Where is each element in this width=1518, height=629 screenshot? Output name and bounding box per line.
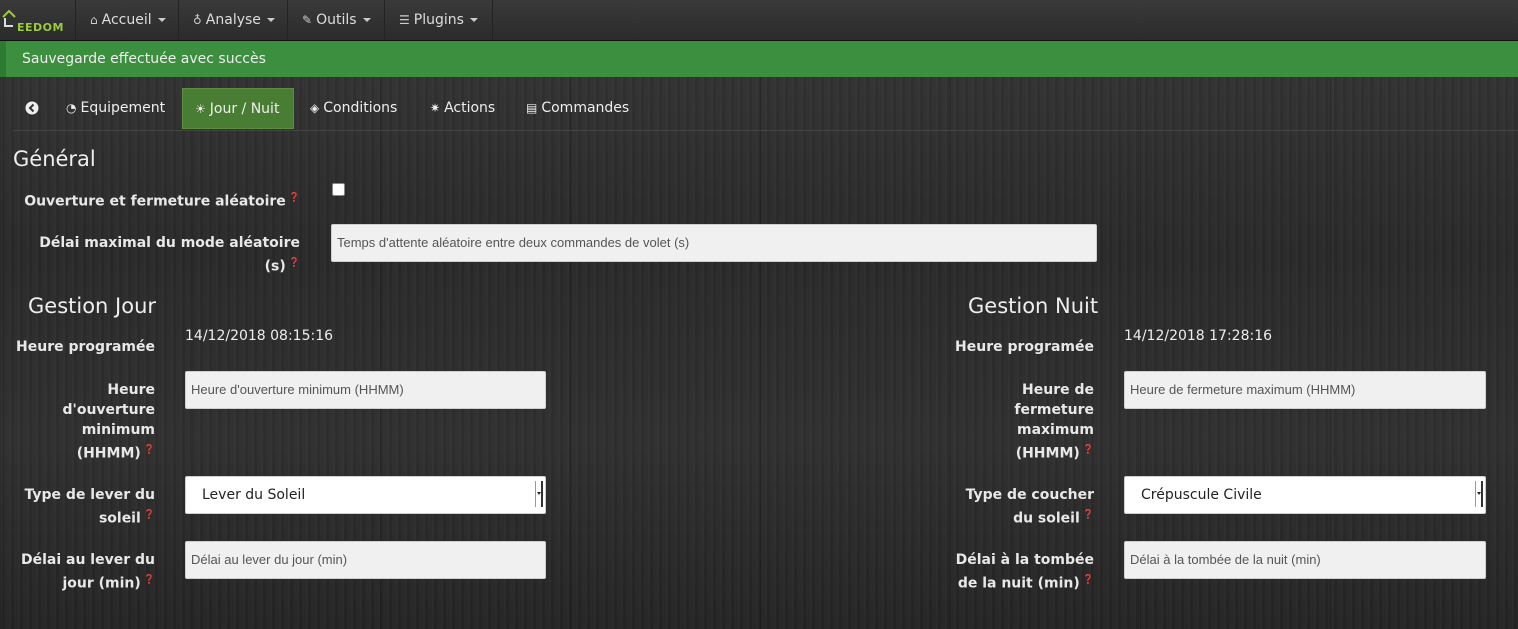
tab-actions-label: Actions [444, 100, 496, 116]
random-delay-label-text: Délai maximal du mode aléatoire (s) [39, 235, 300, 275]
tachometer-icon: ◔ [66, 101, 77, 115]
help-icon: ❓ [143, 510, 155, 520]
random-mode-label-text: Ouverture et fermeture aléatoire [24, 193, 286, 210]
alert-text: Sauvegarde effectuée avec succès [22, 51, 266, 67]
tab-jour-nuit[interactable]: ☀ Jour / Nuit [182, 88, 294, 129]
stethoscope-icon: ♁ [193, 13, 202, 27]
jour-min-open-label-line3: minimum [81, 422, 155, 438]
select-arrow-icon [1475, 481, 1483, 507]
brand-logo[interactable]: EEDOM [0, 0, 75, 40]
nav-plugins[interactable]: ☰ Plugins [384, 0, 493, 40]
jour-sunrise-type-value: Lever du Soleil [202, 487, 306, 503]
nuit-sunset-type-label-line2: du soleil [1013, 510, 1080, 527]
nav-outils[interactable]: ✎ Outils [287, 0, 384, 40]
tab-equipement-label: Equipement [80, 100, 166, 116]
nav-outils-label: Outils [316, 12, 357, 28]
nuit-sunset-type-value: Crépuscule Civile [1141, 487, 1262, 503]
cog-icon: ✷ [430, 101, 441, 115]
nuit-scheduled-label: Heure programée [955, 339, 1094, 355]
jour-delay-label: Délai au lever du jour (min) ❓ [15, 550, 155, 594]
tab-equipement[interactable]: ◔ Equipement [66, 88, 176, 129]
nav-plugins-label: Plugins [413, 12, 464, 28]
nav-accueil[interactable]: ⌂ Accueil [75, 0, 178, 40]
tab-bar: ◔ Equipement ☀ Jour / Nuit ◈ Conditions ✷ Ac… [13, 88, 1518, 131]
top-navbar: EEDOM ⌂ Accueil ♁ Analyse ✎ Outils ☰ Plugins [0, 0, 1518, 41]
nav-accueil-label: Accueil [101, 12, 152, 28]
chevron-down-icon [469, 18, 478, 22]
jeedom-house-icon [2, 9, 16, 27]
jour-title: Gestion Jour [28, 294, 157, 318]
tab-back[interactable] [25, 88, 45, 129]
jour-scheduled-label: Heure programée [16, 339, 155, 355]
nuit-max-close-label-line3: maximum [1016, 422, 1094, 438]
help-icon: ❓ [143, 575, 155, 585]
jour-delay-label-line2: jour (min) [62, 575, 141, 592]
nuit-sunset-type-label: Type de coucher du soleil ❓ [954, 485, 1094, 529]
tab-jour-nuit-label: Jour / Nuit [209, 101, 280, 117]
jour-sunrise-type-label-line1: Type de lever du [24, 487, 155, 503]
nuit-delay-placeholder: Délai à la tombée de la nuit (min) [1130, 552, 1321, 567]
random-delay-input[interactable]: Temps d'attente aléatoire entre deux com… [331, 224, 1097, 262]
jour-sunrise-type-label-line2: soleil [98, 510, 141, 527]
nuit-max-close-placeholder: Heure de fermeture maximum (HHMM) [1130, 382, 1356, 397]
nav-analyse-label: Analyse [205, 12, 261, 28]
tab-conditions[interactable]: ◈ Conditions [310, 88, 410, 129]
nuit-delay-input[interactable]: Délai à la tombée de la nuit (min) [1124, 541, 1486, 579]
jour-min-open-label-line2: d'ouverture [62, 402, 155, 418]
nuit-max-close-label-line2: fermeture [1014, 402, 1094, 418]
chevron-down-icon [266, 18, 275, 22]
jour-sunrise-type-label: Type de lever du soleil ❓ [15, 485, 155, 529]
jour-min-open-placeholder: Heure d'ouverture minimum (HHMM) [191, 382, 404, 397]
jour-min-open-label-line1: Heure [107, 382, 155, 398]
tab-commandes-label: Commandes [541, 100, 630, 116]
nuit-max-close-input[interactable]: Heure de fermeture maximum (HHMM) [1124, 371, 1486, 409]
chevron-down-icon [362, 18, 371, 22]
tab-commandes[interactable]: ▤ Commandes [526, 88, 636, 129]
cube-icon: ◈ [310, 101, 320, 115]
chevron-down-icon [157, 18, 166, 22]
wrench-icon: ✎ [302, 13, 313, 27]
help-icon: ❓ [1082, 575, 1094, 585]
random-delay-label: Délai maximal du mode aléatoire (s) ❓ [20, 233, 300, 277]
help-icon: ❓ [288, 258, 300, 268]
back-arrow-icon [25, 101, 39, 115]
help-icon: ❓ [143, 445, 155, 455]
tab-actions[interactable]: ✷ Actions [430, 88, 505, 129]
help-icon: ❓ [1082, 445, 1094, 455]
select-arrow-icon [535, 481, 543, 507]
jour-delay-input[interactable]: Délai au lever du jour (min) [185, 541, 546, 579]
nuit-sunset-type-select[interactable]: Crépuscule Civile [1124, 476, 1486, 514]
nav-analyse[interactable]: ♁ Analyse [178, 0, 287, 40]
jour-min-open-input[interactable]: Heure d'ouverture minimum (HHMM) [185, 371, 546, 409]
tasks-icon: ☰ [399, 13, 410, 27]
general-title: Général [13, 147, 96, 171]
jour-scheduled-value: 14/12/2018 08:15:16 [185, 328, 334, 344]
jour-delay-placeholder: Délai au lever du jour (min) [191, 552, 348, 567]
random-mode-label: Ouverture et fermeture aléatoire ❓ [20, 188, 300, 212]
nuit-sunset-type-label-line1: Type de coucher [965, 487, 1094, 503]
jour-sunrise-type-select[interactable]: Lever du Soleil [185, 476, 546, 514]
random-mode-checkbox[interactable] [332, 183, 345, 196]
help-icon: ❓ [288, 193, 300, 203]
list-icon: ▤ [526, 101, 538, 115]
nuit-delay-label-line1: Délai à la tombée [955, 552, 1094, 568]
brand-text: EEDOM [17, 21, 64, 34]
random-delay-placeholder: Temps d'attente aléatoire entre deux com… [337, 235, 690, 250]
nuit-scheduled-value: 14/12/2018 17:28:16 [1124, 328, 1273, 344]
nuit-max-close-label: Heure de fermeture maximum (HHMM) ❓ [954, 380, 1094, 464]
nuit-delay-label-line2: de la nuit (min) [957, 575, 1080, 592]
sun-icon: ☀ [195, 102, 206, 116]
help-icon: ❓ [1082, 510, 1094, 520]
nuit-max-close-label-line1: Heure de [1022, 382, 1094, 398]
home-icon: ⌂ [90, 13, 98, 27]
jour-delay-label-line1: Délai au lever du [20, 552, 155, 568]
success-alert: Sauvegarde effectuée avec succès [0, 41, 1518, 77]
tab-conditions-label: Conditions [323, 100, 398, 116]
jour-min-open-label: Heure d'ouverture minimum (HHMM) ❓ [15, 380, 155, 464]
nuit-delay-label: Délai à la tombée de la nuit (min) ❓ [954, 550, 1094, 594]
nuit-max-close-label-line4: (HHMM) [1015, 445, 1080, 462]
nuit-title: Gestion Nuit [968, 294, 1099, 318]
jour-min-open-label-line4: (HHMM) [76, 445, 141, 462]
